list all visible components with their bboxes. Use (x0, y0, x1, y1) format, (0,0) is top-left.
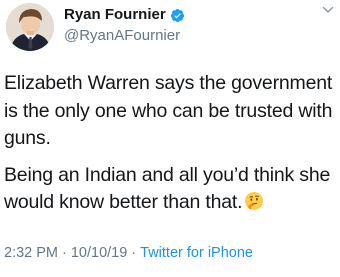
tweet-card: Ryan Fournier @RyanAFournier Elizabeth W… (0, 0, 340, 277)
tweet-paragraph-2: Being an Indian and all you’d think she … (4, 162, 336, 217)
author-name-row[interactable]: Ryan Fournier (64, 6, 185, 24)
meta-separator-2: · (131, 245, 137, 261)
tweet-paragraph-1: Elizabeth Warren says the government is … (4, 72, 333, 149)
thinking-face-icon (244, 191, 264, 211)
avatar[interactable] (6, 3, 54, 51)
chevron-down-icon[interactable] (322, 2, 334, 13)
tweet-time[interactable]: 2:32 PM (4, 245, 58, 261)
tweet-meta: 2:32 PM · 10/10/19 · Twitter for iPhone (4, 244, 253, 262)
meta-separator: · (62, 245, 67, 261)
tweet-source-link[interactable]: Twitter for iPhone (140, 245, 253, 261)
tweet-paragraph-2-text: Being an Indian and all you’d think she … (4, 163, 331, 214)
tweet-text: Elizabeth Warren says the government is … (4, 70, 336, 226)
author-handle[interactable]: @RyanAFournier (64, 27, 180, 45)
tweet-date[interactable]: 10/10/19 (71, 245, 127, 261)
verified-badge-icon (170, 8, 185, 23)
author-display-name[interactable]: Ryan Fournier (64, 6, 166, 24)
